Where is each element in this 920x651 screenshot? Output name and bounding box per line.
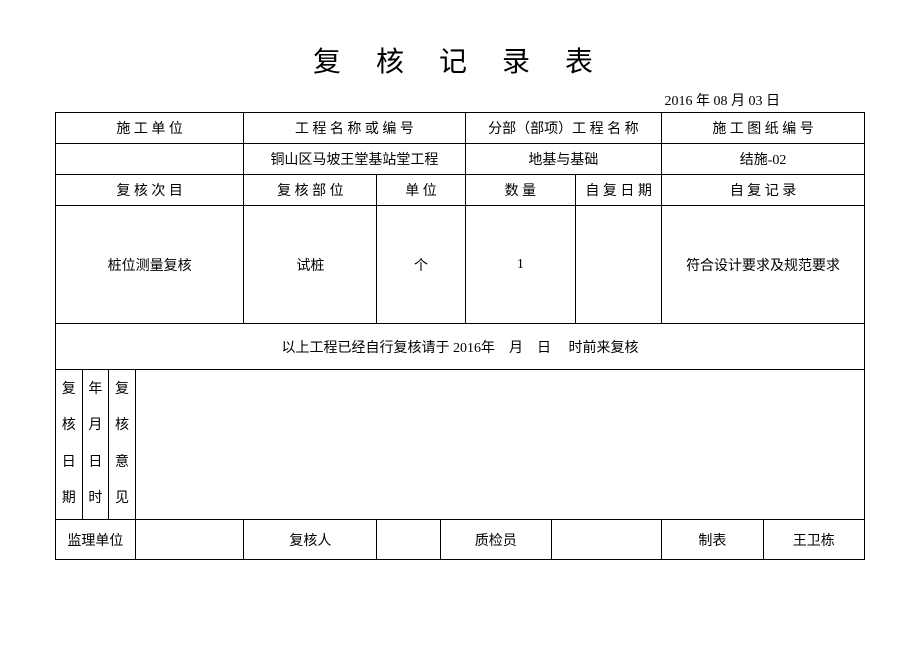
footer-inspector-label: 质检员 [440, 520, 551, 560]
cell-drawing-no: 结施-02 [662, 144, 865, 175]
cell-opinion-content [135, 370, 864, 520]
cell-unit-measure: 个 [377, 206, 465, 324]
vertical-label-row: 复 核 日 期 年 月 日 时 复 核 意 见 [56, 370, 865, 520]
header-row-1: 施 工 单 位 工 程 名 称 或 编 号 分部（部项）工 程 名 称 施 工 … [56, 113, 865, 144]
cell-notice: 以上工程已经自行复核请于 2016年 月 日 时前来复核 [56, 324, 865, 370]
cell-self-date [576, 206, 662, 324]
notice-row: 以上工程已经自行复核请于 2016年 月 日 时前来复核 [56, 324, 865, 370]
data-row-1: 铜山区马坡王堂基站堂工程 地基与基础 结施-02 [56, 144, 865, 175]
header-quantity: 数 量 [465, 175, 576, 206]
footer-inspector-value [551, 520, 662, 560]
footer-reviewer-value [377, 520, 440, 560]
footer-reviewer-label: 复核人 [244, 520, 377, 560]
header-self-date: 自 复 日 期 [576, 175, 662, 206]
cell-sub-project-name: 地基与基础 [465, 144, 662, 175]
header-self-record: 自 复 记 录 [662, 175, 865, 206]
cell-review-part: 试桩 [244, 206, 377, 324]
review-record-table: 施 工 单 位 工 程 名 称 或 编 号 分部（部项）工 程 名 称 施 工 … [55, 112, 865, 560]
vlabel-ymd: 年 月 日 时 [82, 370, 109, 520]
page-title: 复 核 记 录 表 [55, 40, 865, 80]
cell-project-name: 铜山区马坡王堂基站堂工程 [244, 144, 465, 175]
vlabel-review-date: 复 核 日 期 [56, 370, 83, 520]
footer-row: 监理单位 复核人 质检员 制表 王卫栋 [56, 520, 865, 560]
header-construction-unit: 施 工 单 位 [56, 113, 244, 144]
header-row-2: 复 核 次 目 复 核 部 位 单 位 数 量 自 复 日 期 自 复 记 录 [56, 175, 865, 206]
header-review-part: 复 核 部 位 [244, 175, 377, 206]
document-date: 2016 年 08 月 03 日 [55, 90, 865, 110]
header-unit-measure: 单 位 [377, 175, 465, 206]
header-review-item: 复 核 次 目 [56, 175, 244, 206]
cell-construction-unit [56, 144, 244, 175]
document-container: 复 核 记 录 表 2016 年 08 月 03 日 施 工 单 位 工 程 名… [0, 0, 920, 560]
cell-self-record: 符合设计要求及规范要求 [662, 206, 865, 324]
vlabel-opinion: 复 核 意 见 [109, 370, 136, 520]
cell-review-item: 桩位测量复核 [56, 206, 244, 324]
data-row-2: 桩位测量复核 试桩 个 1 符合设计要求及规范要求 [56, 206, 865, 324]
footer-preparer-label: 制表 [662, 520, 763, 560]
footer-supervision-value [135, 520, 244, 560]
header-sub-project-name: 分部（部项）工 程 名 称 [465, 113, 662, 144]
footer-supervision-label: 监理单位 [56, 520, 136, 560]
header-drawing-no: 施 工 图 纸 编 号 [662, 113, 865, 144]
footer-preparer-value: 王卫栋 [763, 520, 864, 560]
cell-quantity: 1 [465, 206, 576, 324]
header-project-name: 工 程 名 称 或 编 号 [244, 113, 465, 144]
